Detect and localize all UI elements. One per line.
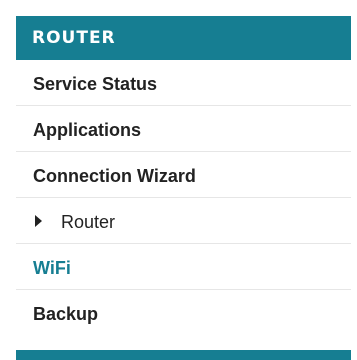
sidebar-item-service-status[interactable]: Service Status: [16, 60, 351, 106]
sidebar-item-label: Connection Wizard: [33, 166, 196, 186]
sidebar-item-label: Service Status: [33, 74, 158, 94]
sidebar-header: ROUTER: [16, 16, 351, 60]
sidebar-item-label: Applications: [33, 120, 142, 140]
sidebar-item-router[interactable]: Router: [16, 198, 351, 244]
sidebar-footer-bar: [16, 350, 351, 360]
sidebar-menu: Service Status Applications Connection W…: [16, 60, 351, 336]
sidebar-item-applications[interactable]: Applications: [16, 106, 351, 152]
sidebar-item-label: WiFi: [33, 258, 71, 278]
sidebar-item-connection-wizard[interactable]: Connection Wizard: [16, 152, 351, 198]
sidebar-item-label: Backup: [33, 304, 99, 324]
caret-right-icon: [35, 215, 42, 227]
sidebar-header-title: ROUTER: [32, 28, 116, 48]
sidebar-item-backup[interactable]: Backup: [16, 290, 351, 336]
sidebar-item-wifi[interactable]: WiFi: [16, 244, 351, 290]
router-sidebar-nav: ROUTER Service Status Applications Conne…: [0, 0, 357, 360]
sidebar-item-label: Router: [61, 212, 116, 232]
